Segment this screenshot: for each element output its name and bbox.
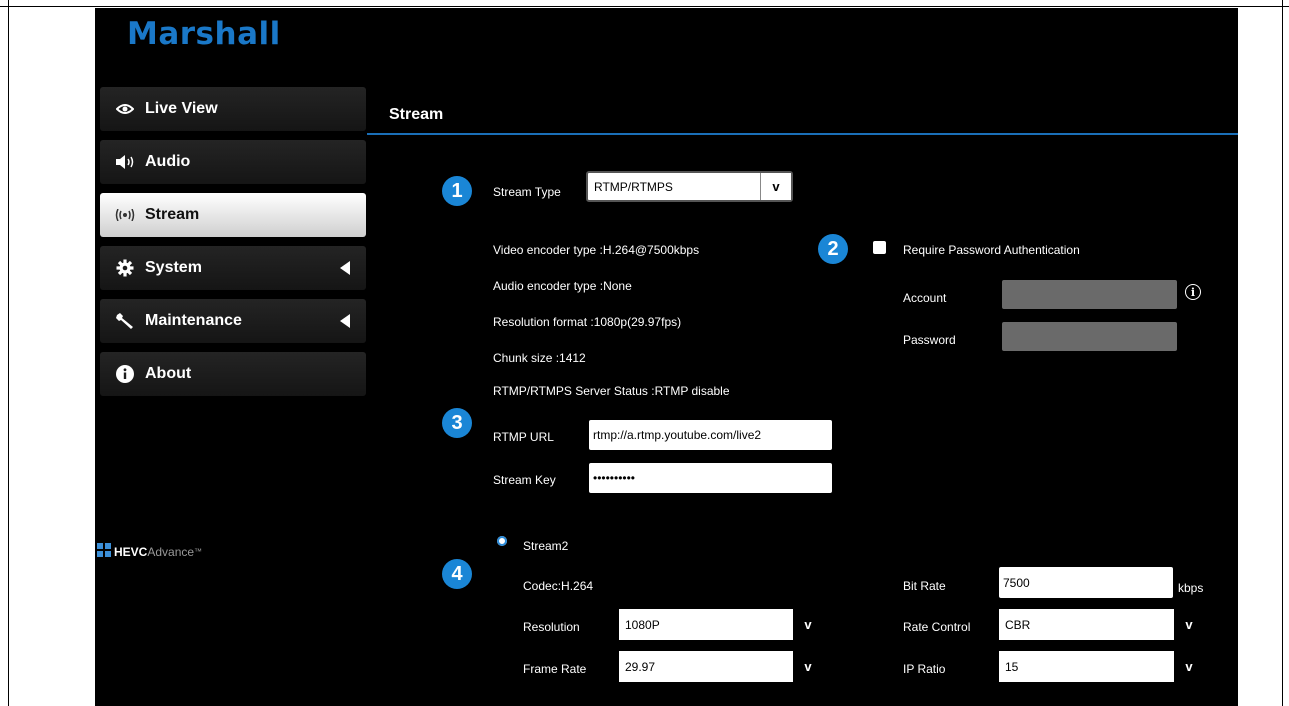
chevron-down-icon[interactable]: v: [760, 173, 791, 200]
chevron-down-icon[interactable]: v: [793, 609, 823, 640]
chunk-size-info: Chunk size :1412: [493, 351, 586, 365]
require-password-checkbox[interactable]: [873, 241, 886, 254]
callout-badge-4: 4: [442, 559, 472, 589]
frame-border-top: [0, 6, 1289, 7]
callout-badge-1: 1: [442, 176, 472, 206]
sidebar-item-label: System: [145, 259, 202, 276]
require-password-label: Require Password Authentication: [903, 243, 1080, 257]
stream2-label: Stream2: [523, 539, 569, 553]
bit-rate-field[interactable]: 7500: [999, 567, 1173, 598]
stream2-radio[interactable]: [497, 536, 507, 546]
sidebar-item-audio[interactable]: Audio: [100, 140, 366, 184]
hevc-mark-icon: [97, 543, 111, 560]
frame-rate-value: 29.97: [625, 659, 656, 674]
marshall-logo: Marshall: [127, 16, 281, 52]
codec-info: Codec:H.264: [523, 579, 594, 593]
info-icon[interactable]: i: [1185, 284, 1201, 300]
chevron-down-icon[interactable]: v: [1174, 651, 1204, 682]
hevc-tm: ™: [194, 547, 203, 556]
eye-icon: [115, 99, 135, 119]
rate-control-label: Rate Control: [903, 620, 971, 634]
sidebar-item-label: About: [145, 365, 192, 382]
info-icon: [115, 364, 135, 384]
hevc-brand-text: HEVC: [114, 544, 148, 559]
resolution-value: 1080P: [625, 617, 660, 632]
stream-type-label: Stream Type: [493, 185, 561, 199]
bit-rate-label: Bit Rate: [903, 579, 946, 593]
hevc-advance-logo: HEVC Advance ™: [97, 543, 202, 560]
rtmp-url-field[interactable]: rtmp://a.rtmp.youtube.com/live2: [589, 420, 832, 450]
resolution-format-info: Resolution format :1080p(29.97fps): [493, 315, 682, 329]
resolution-select[interactable]: 1080P v: [619, 609, 823, 640]
title-divider: [367, 133, 1238, 135]
stream-type-value: RTMP/RTMPS: [594, 179, 673, 194]
rate-control-select[interactable]: CBR v: [999, 609, 1204, 640]
expand-arrow-icon: [340, 261, 350, 275]
wrench-icon: [115, 311, 135, 331]
server-status-info: RTMP/RTMPS Server Status :RTMP disable: [493, 384, 730, 398]
sidebar: Live View Audio Stream System Maintenanc…: [95, 78, 367, 706]
speaker-icon: [115, 152, 135, 172]
sidebar-item-about[interactable]: About: [100, 352, 366, 396]
broadcast-icon: [115, 205, 135, 225]
account-label: Account: [903, 291, 947, 305]
audio-encoder-info: Audio encoder type :None: [493, 279, 632, 293]
page-title: Stream: [389, 106, 444, 123]
frame-rate-label: Frame Rate: [523, 662, 587, 676]
app-window: Marshall Live View Audio Stream System M…: [95, 8, 1238, 706]
chevron-down-icon[interactable]: v: [1174, 609, 1204, 640]
sidebar-item-label: Maintenance: [145, 312, 242, 329]
frame-border-right: [1282, 0, 1283, 706]
sidebar-item-label: Audio: [145, 153, 191, 170]
video-encoder-info: Video encoder type :H.264@7500kbps: [493, 243, 700, 257]
password-field[interactable]: [1002, 322, 1177, 351]
callout-badge-2: 2: [818, 234, 848, 264]
resolution-label: Resolution: [523, 620, 580, 634]
expand-arrow-icon: [340, 314, 350, 328]
sidebar-item-maintenance[interactable]: Maintenance: [100, 299, 366, 343]
ip-ratio-label: IP Ratio: [903, 662, 946, 676]
bit-rate-unit: kbps: [1178, 581, 1204, 595]
ip-ratio-select[interactable]: 15 v: [999, 651, 1204, 682]
stream-key-label: Stream Key: [493, 473, 556, 487]
callout-badge-3: 3: [442, 408, 472, 438]
sidebar-item-stream[interactable]: Stream: [100, 193, 366, 237]
rate-control-value: CBR: [1005, 617, 1031, 632]
rtmp-url-label: RTMP URL: [493, 430, 554, 444]
chevron-down-icon[interactable]: v: [793, 651, 823, 682]
stream-panel: Stream 1 Stream Type RTMP/RTMPS v Video …: [367, 70, 1238, 706]
frame-border-left: [8, 0, 9, 706]
hevc-advance-text: Advance: [147, 544, 195, 559]
ip-ratio-value: 15: [1005, 659, 1019, 674]
sidebar-item-label: Stream: [145, 206, 200, 223]
gear-icon: [115, 258, 135, 278]
sidebar-item-label: Live View: [145, 100, 218, 117]
sidebar-item-system[interactable]: System: [100, 246, 366, 290]
password-label: Password: [903, 333, 956, 347]
stream-type-select[interactable]: RTMP/RTMPS v: [586, 171, 793, 202]
frame-rate-select[interactable]: 29.97 v: [619, 651, 823, 682]
stream-key-field[interactable]: ••••••••••: [589, 463, 832, 493]
account-field[interactable]: [1002, 280, 1177, 309]
sidebar-item-live-view[interactable]: Live View: [100, 87, 366, 131]
